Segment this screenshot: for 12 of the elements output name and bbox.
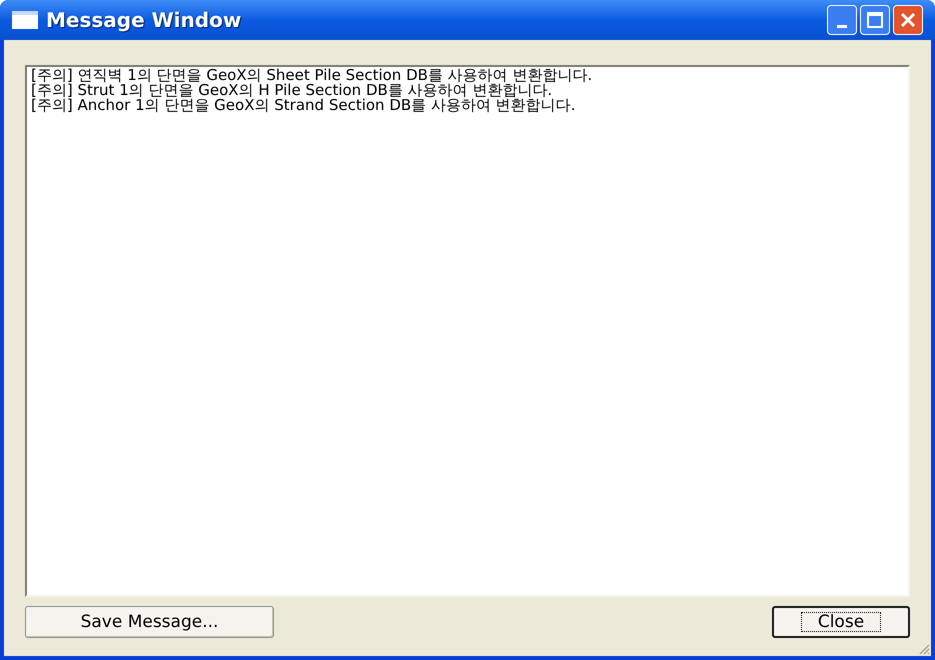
close-button[interactable]: Close <box>772 606 910 638</box>
save-message-button[interactable]: Save Message... <box>25 606 274 638</box>
close-window-button[interactable] <box>893 5 923 35</box>
message-line: [주의] 연직벽 1의 단면을 GeoX의 Sheet Pile Section DB를 사용하여 변환합니다. <box>31 68 594 83</box>
minimize-button[interactable] <box>827 5 857 35</box>
maximize-button[interactable] <box>860 5 890 35</box>
message-line: [주의] Strut 1의 단면을 GeoX의 H Pile Section DB를 사용하여 변환합니다. <box>31 83 552 98</box>
message-line: [주의] Anchor 1의 단면을 GeoX의 Strand Section DB를 사용하여 변환합니다. <box>31 98 576 113</box>
resize-grip-icon <box>918 643 930 655</box>
window-title: Message Window <box>46 7 242 34</box>
close-icon <box>900 12 916 28</box>
window-icon <box>12 11 38 29</box>
